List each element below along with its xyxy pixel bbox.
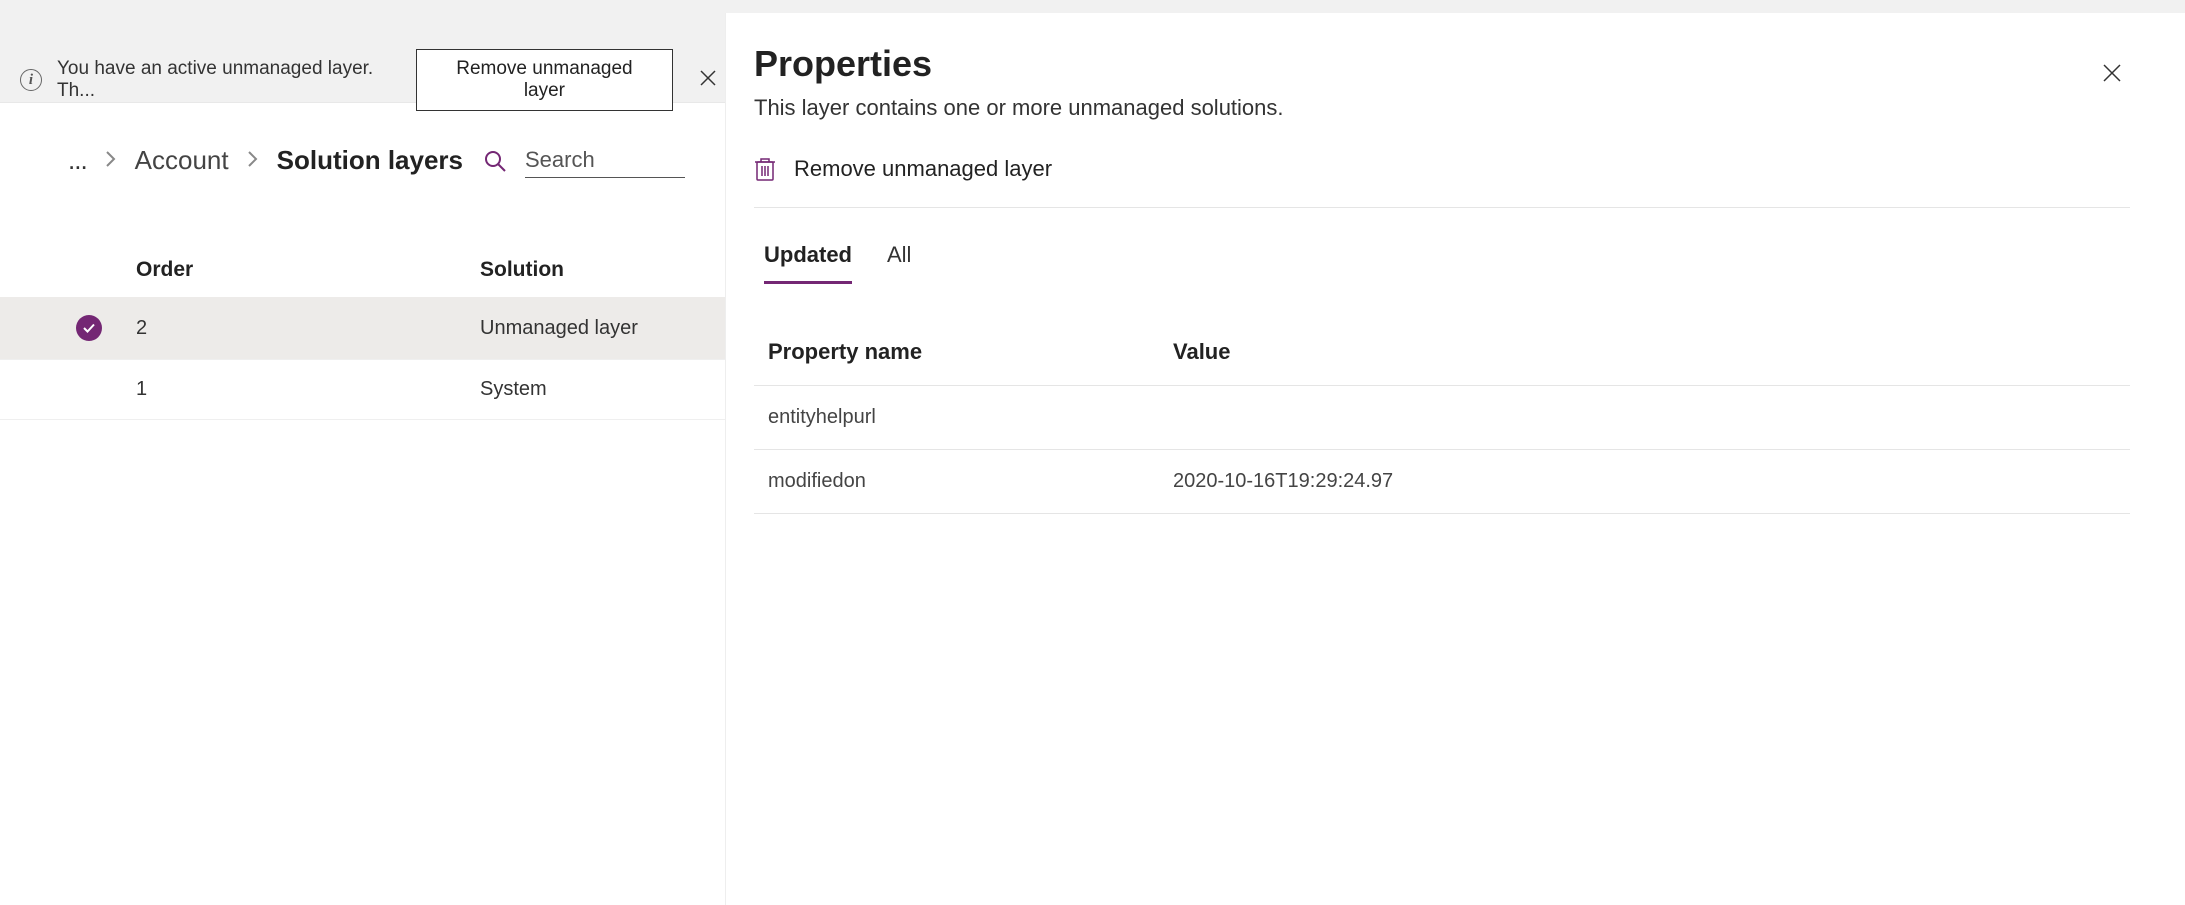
chevron-right-icon xyxy=(105,148,117,174)
notification-bar: i You have an active unmanaged layer. Th… xyxy=(0,58,725,103)
remove-unmanaged-layer-action[interactable]: Remove unmanaged layer xyxy=(754,156,2130,208)
remove-action-label: Remove unmanaged layer xyxy=(794,156,1052,182)
cell-property-name: modifiedon xyxy=(768,470,1173,493)
close-icon xyxy=(2102,63,2122,83)
property-row[interactable]: entityhelpurl xyxy=(754,386,2130,450)
property-table-header: Property name Value xyxy=(754,319,2130,386)
search-icon xyxy=(483,149,507,173)
property-row[interactable]: modifiedon 2020-10-16T19:29:24.97 xyxy=(754,450,2130,514)
breadcrumb: ... Account Solution layers xyxy=(0,103,725,198)
table-row[interactable]: 2 Unmanaged layer xyxy=(0,297,725,360)
layers-table: Order Solution 2 Unmanaged layer 1 Syste… xyxy=(0,243,725,420)
notification-message: You have an active unmanaged layer. Th..… xyxy=(57,58,391,102)
breadcrumb-current: Solution layers xyxy=(277,145,463,176)
check-icon[interactable] xyxy=(76,315,102,341)
column-property-name[interactable]: Property name xyxy=(768,339,1173,365)
cell-property-value: 2020-10-16T19:29:24.97 xyxy=(1173,470,2116,493)
cell-order: 1 xyxy=(136,378,480,401)
trash-icon xyxy=(754,156,776,182)
close-icon xyxy=(699,69,717,87)
cell-solution: System xyxy=(480,378,725,401)
breadcrumb-more-button[interactable]: ... xyxy=(68,157,87,165)
tab-updated[interactable]: Updated xyxy=(764,242,852,284)
remove-unmanaged-layer-button[interactable]: Remove unmanaged layer xyxy=(416,49,673,111)
properties-subtitle: This layer contains one or more unmanage… xyxy=(754,95,1284,121)
search-area xyxy=(483,143,685,178)
info-icon: i xyxy=(20,69,42,91)
table-header: Order Solution xyxy=(0,243,725,297)
left-panel: i You have an active unmanaged layer. Th… xyxy=(0,58,725,905)
tab-all[interactable]: All xyxy=(887,242,911,284)
search-input[interactable] xyxy=(525,143,685,178)
main-container: i You have an active unmanaged layer. Th… xyxy=(0,58,2185,905)
column-solution[interactable]: Solution xyxy=(480,258,725,282)
property-table: Property name Value entityhelpurl modifi… xyxy=(754,319,2130,514)
column-order[interactable]: Order xyxy=(136,258,480,282)
cell-order: 2 xyxy=(136,317,480,340)
breadcrumb-account[interactable]: Account xyxy=(135,145,229,176)
chevron-right-icon xyxy=(247,148,259,174)
table-row[interactable]: 1 System xyxy=(0,360,725,420)
cell-property-value xyxy=(1173,406,2116,429)
close-properties-button[interactable] xyxy=(2094,51,2130,98)
column-value[interactable]: Value xyxy=(1173,339,2116,365)
tabs: Updated All xyxy=(764,242,2130,284)
cell-solution: Unmanaged layer xyxy=(480,317,725,340)
properties-header: Properties This layer contains one or mo… xyxy=(754,43,2130,121)
cell-property-name: entityhelpurl xyxy=(768,406,1173,429)
close-notification-button[interactable] xyxy=(691,63,725,97)
properties-panel: Properties This layer contains one or mo… xyxy=(725,13,2185,905)
properties-title: Properties xyxy=(754,43,1284,85)
